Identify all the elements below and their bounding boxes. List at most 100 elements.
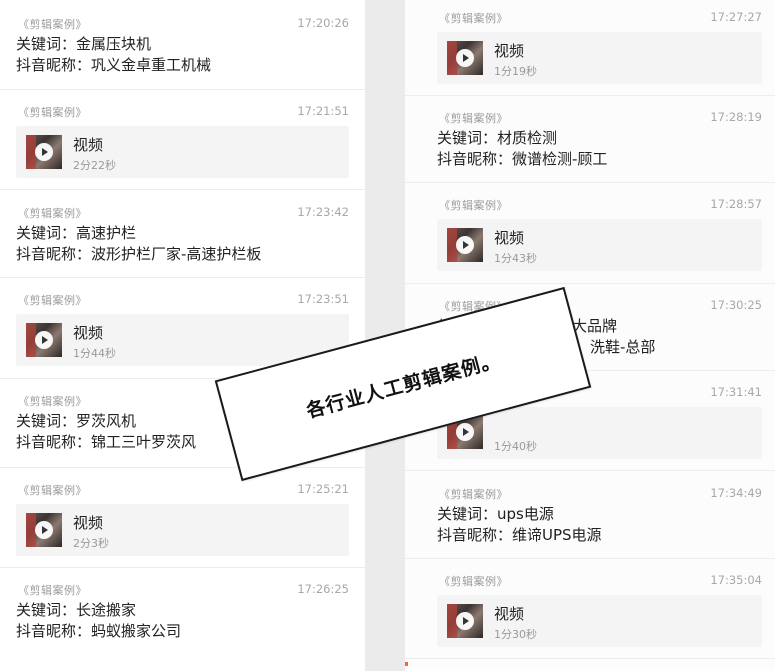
video-thumbnail[interactable] (26, 323, 62, 357)
keyword-value: 长途搬家 (76, 601, 137, 619)
message-time: 17:21:51 (297, 104, 349, 118)
video-title: 视频 (73, 136, 104, 154)
video-card[interactable]: 视频 1分30秒 (437, 595, 762, 647)
divider (405, 182, 775, 183)
source-label: 《剪辑案例》 (439, 575, 508, 588)
video-title: 视频 (494, 229, 525, 247)
play-icon (456, 423, 474, 441)
video-card[interactable]: 视频 2分3秒 (16, 504, 349, 556)
video-thumbnail[interactable] (447, 41, 483, 75)
video-duration: 1分19秒 (494, 65, 537, 78)
keyword-label: 关键词： (16, 224, 77, 242)
keyword-value: 金属压块机 (76, 35, 152, 53)
source-label: 《剪辑案例》 (18, 294, 87, 307)
video-duration: 1分40秒 (494, 440, 537, 453)
nickname-value: 维谛UPS电源 (512, 526, 602, 544)
divider (405, 658, 775, 659)
message-time: 17:28:19 (710, 110, 762, 124)
message-time: 17:27:27 (710, 10, 762, 24)
list-item[interactable]: 《剪辑案例》 17:21:51 视频 2分22秒 (0, 104, 365, 178)
nickname-line: 抖音昵称：微谱检测-顾工 (437, 149, 762, 170)
play-icon (456, 236, 474, 254)
nickname-value: 洗鞋-总部 (590, 338, 656, 356)
video-title: 视频 (494, 605, 525, 623)
source-label: 《剪辑案例》 (18, 584, 87, 597)
keyword-value: 罗茨风机 (76, 412, 137, 430)
message-time: 17:23:42 (297, 205, 349, 219)
divider (405, 470, 775, 471)
divider (0, 277, 365, 278)
keyword-label: 关键词： (16, 412, 77, 430)
video-title: 视频 (494, 42, 525, 60)
video-card[interactable]: 视频 1分43秒 (437, 219, 762, 271)
nickname-value: 巩义金卓重工机械 (91, 56, 212, 74)
play-icon (35, 331, 53, 349)
divider (0, 89, 365, 90)
nickname-value: 锦工三叶罗茨风 (91, 433, 197, 451)
nickname-label: 抖音昵称： (16, 622, 92, 640)
list-item[interactable]: 《剪辑案例》 17:27:27 视频 1分19秒 (405, 10, 775, 84)
nickname-value: 蚂蚁搬家公司 (91, 622, 182, 640)
list-item[interactable]: 《剪辑案例》 17:25:21 视频 2分3秒 (0, 482, 365, 556)
source-label: 《剪辑案例》 (18, 484, 87, 497)
video-thumbnail[interactable] (447, 228, 483, 262)
list-item[interactable]: 《剪辑案例》 17:35:04 视频 1分30秒 (405, 573, 775, 647)
keyword-value: 高速护栏 (76, 224, 137, 242)
divider (405, 558, 775, 559)
source-label: 《剪辑案例》 (439, 12, 508, 25)
video-thumbnail[interactable] (26, 135, 62, 169)
nickname-label: 抖音昵称： (437, 150, 513, 168)
keyword-value: ups电源 (497, 505, 554, 523)
message-time: 17:25:21 (297, 482, 349, 496)
keyword-line: 关键词：金属压块机 (16, 34, 349, 55)
play-icon (35, 143, 53, 161)
keyword-line: 关键词：ups电源 (437, 504, 762, 525)
keyword-label: 关键词： (16, 601, 77, 619)
divider (0, 567, 365, 568)
source-label: 《剪辑案例》 (439, 112, 508, 125)
source-label: 《剪辑案例》 (18, 106, 87, 119)
list-item[interactable]: 《剪辑案例》 17:26:25 关键词：长途搬家 抖音昵称：蚂蚁搬家公司 (0, 582, 365, 642)
source-label: 《剪辑案例》 (18, 395, 87, 408)
list-item[interactable]: 《剪辑案例》 17:34:49 关键词：ups电源 抖音昵称：维谛UPS电源 (405, 486, 775, 546)
keyword-label: 关键词： (16, 35, 77, 53)
play-icon (35, 521, 53, 539)
source-label: 《剪辑案例》 (439, 199, 508, 212)
video-card[interactable]: 视频 1分19秒 (437, 32, 762, 84)
video-title: 视频 (73, 514, 104, 532)
video-duration: 1分30秒 (494, 628, 537, 641)
video-duration: 2分22秒 (73, 159, 116, 172)
list-item[interactable]: 《剪辑案例》 17:28:57 视频 1分43秒 (405, 197, 775, 271)
list-item[interactable]: 《剪辑案例》 17:23:42 关键词：高速护栏 抖音昵称：波形护栏厂家-高速护… (0, 205, 365, 265)
nickname-value: 微谱检测-顾工 (512, 150, 608, 168)
video-duration: 1分43秒 (494, 252, 537, 265)
video-thumbnail[interactable] (26, 513, 62, 547)
play-icon (456, 49, 474, 67)
video-duration: 2分3秒 (73, 537, 109, 550)
divider (405, 283, 775, 284)
message-time: 17:35:04 (710, 573, 762, 587)
list-item[interactable]: 《剪辑案例》 17:20:26 关键词：金属压块机 抖音昵称：巩义金卓重工机械 (0, 16, 365, 76)
keyword-line: 关键词：高速护栏 (16, 223, 349, 244)
left-chat-panel: 《剪辑案例》 17:20:26 关键词：金属压块机 抖音昵称：巩义金卓重工机械 … (0, 0, 365, 671)
video-card[interactable]: 视频 2分22秒 (16, 126, 349, 178)
divider (0, 189, 365, 190)
source-label: 《剪辑案例》 (439, 488, 508, 501)
list-item[interactable]: 《剪辑案例》 17:28:19 关键词：材质检测 抖音昵称：微谱检测-顾工 (405, 110, 775, 170)
video-thumbnail[interactable] (447, 604, 483, 638)
nickname-label: 抖音昵称： (16, 433, 92, 451)
message-time: 17:20:26 (297, 16, 349, 30)
video-duration: 1分44秒 (73, 347, 116, 360)
keyword-line: 关键词：长途搬家 (16, 600, 349, 621)
source-label: 《剪辑案例》 (18, 18, 87, 31)
message-time: 17:30:25 (710, 298, 762, 312)
accent-marker (405, 662, 408, 666)
nickname-line: 抖音昵称：蚂蚁搬家公司 (16, 621, 349, 642)
message-time: 17:26:25 (297, 582, 349, 596)
nickname-value: 波形护栏厂家-高速护栏板 (91, 245, 262, 263)
nickname-label: 抖音昵称： (16, 56, 92, 74)
keyword-label: 关键词： (437, 505, 498, 523)
divider (0, 467, 365, 468)
overlay-text: 各行业人工剪辑案例。 (303, 348, 503, 422)
nickname-line: 抖音昵称：巩义金卓重工机械 (16, 55, 349, 76)
